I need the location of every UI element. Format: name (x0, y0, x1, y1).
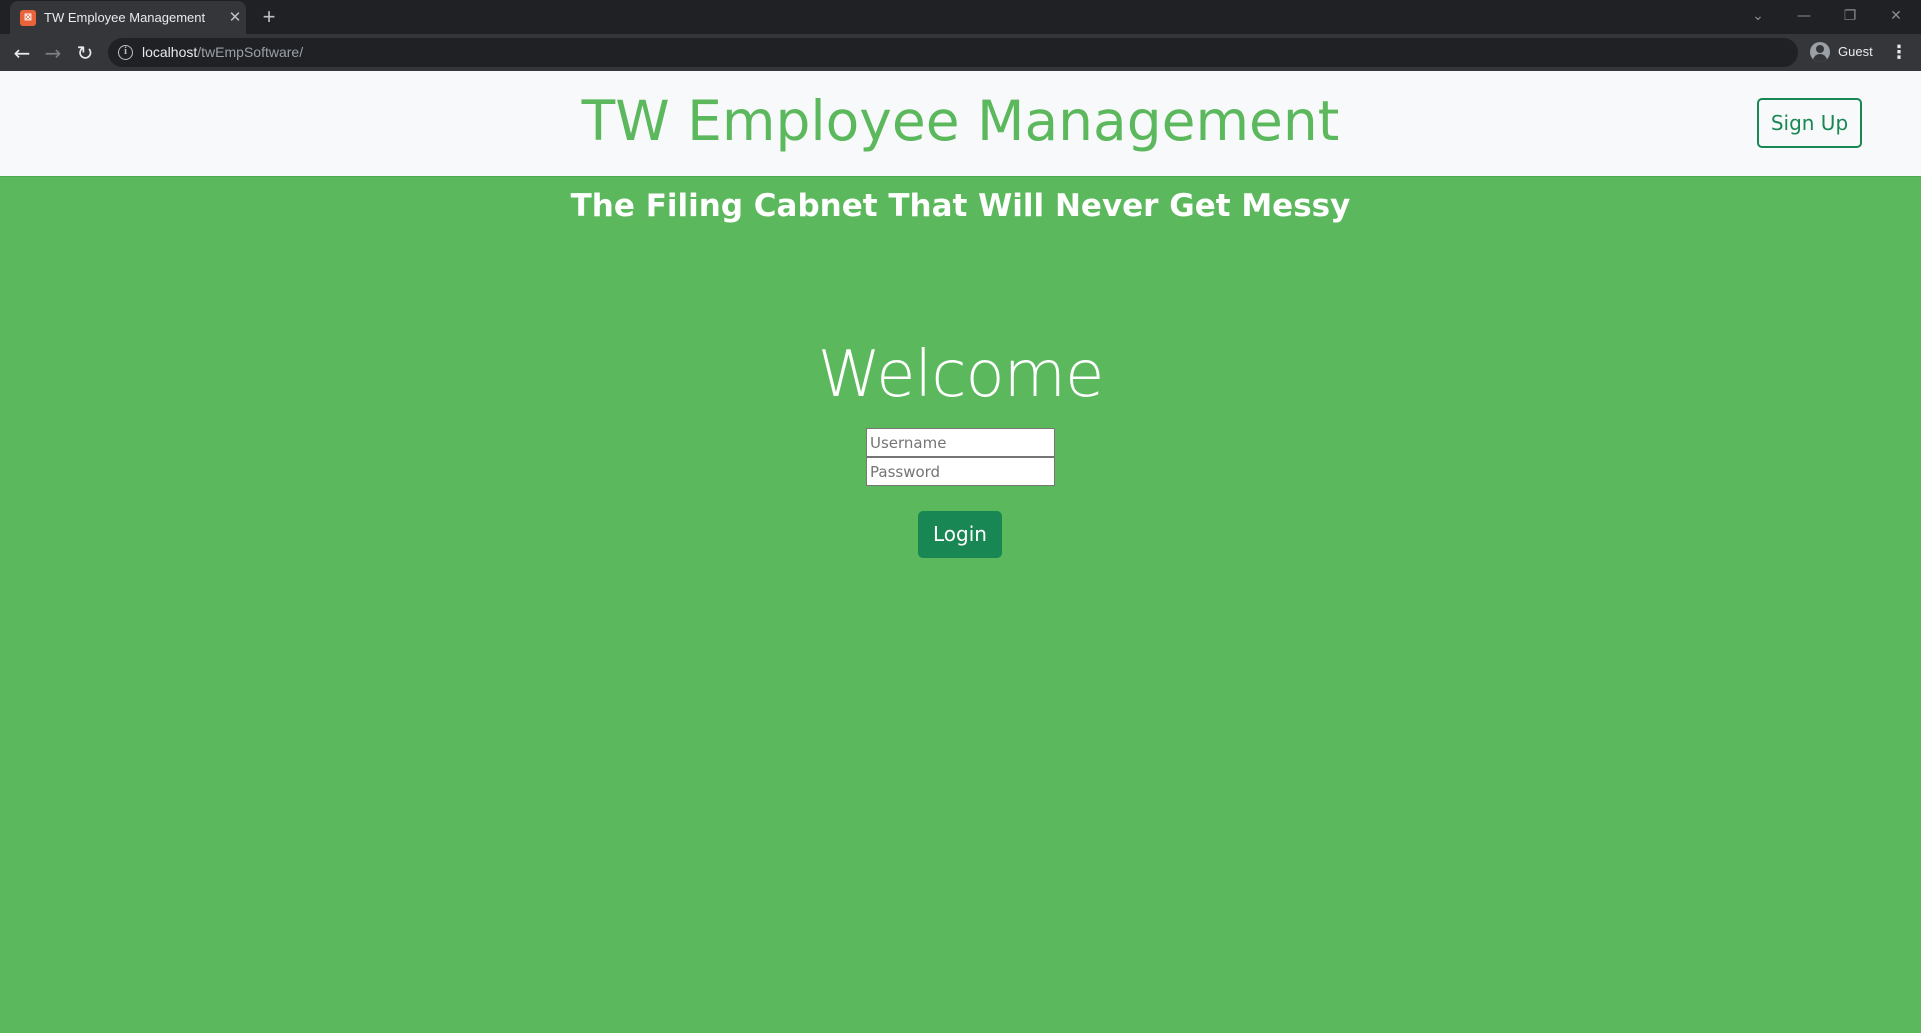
page-content: TW Employee Management Sign Up The Filin… (0, 71, 1921, 1033)
minimize-icon[interactable]: — (1787, 4, 1821, 28)
browser-tab[interactable]: ⊠ TW Employee Management ✕ (10, 1, 246, 34)
reload-icon: ↻ (76, 41, 94, 65)
browser-tab-strip: ⊠ TW Employee Management ✕ + ⌄ — ❐ ✕ (0, 0, 1921, 34)
password-input[interactable] (866, 457, 1055, 486)
new-tab-button[interactable]: + (257, 6, 281, 30)
info-icon[interactable]: i (118, 45, 133, 60)
sign-up-button[interactable]: Sign Up (1757, 98, 1862, 148)
profile-label: Guest (1838, 44, 1873, 59)
site-navbar: TW Employee Management Sign Up (0, 71, 1921, 177)
tagline: The Filing Cabnet That Will Never Get Me… (570, 188, 1351, 224)
tab-title: TW Employee Management (44, 10, 206, 25)
kebab-menu-icon[interactable]: ⋮ (1890, 42, 1908, 64)
tab-search-icon[interactable]: ⌄ (1741, 4, 1775, 28)
profile-avatar-icon (1810, 42, 1830, 62)
restore-icon[interactable]: ❐ (1833, 4, 1867, 28)
arrow-left-icon: ← (13, 41, 31, 65)
profile-button[interactable]: Guest (1806, 39, 1873, 65)
username-input[interactable] (866, 428, 1055, 457)
url-text[interactable]: localhost/twEmpSoftware/ (142, 44, 303, 60)
close-tab-icon[interactable]: ✕ (226, 8, 244, 26)
address-bar[interactable]: i localhost/twEmpSoftware/ (108, 38, 1798, 67)
forward-button[interactable]: → (41, 41, 65, 65)
login-button[interactable]: Login (918, 511, 1002, 558)
url-path: /twEmpSoftware/ (197, 44, 304, 60)
url-host: localhost (142, 44, 198, 60)
close-window-icon[interactable]: ✕ (1879, 4, 1913, 28)
xampp-favicon-icon: ⊠ (20, 10, 36, 26)
browser-toolbar: ← → ↻ i localhost/twEmpSoftware/ Guest ⋮ (0, 34, 1921, 71)
welcome-heading: Welcome (817, 338, 1105, 412)
reload-button[interactable]: ↻ (73, 41, 97, 65)
site-brand-title[interactable]: TW Employee Management (0, 85, 1921, 157)
arrow-right-icon: → (44, 41, 62, 65)
back-button[interactable]: ← (10, 41, 34, 65)
